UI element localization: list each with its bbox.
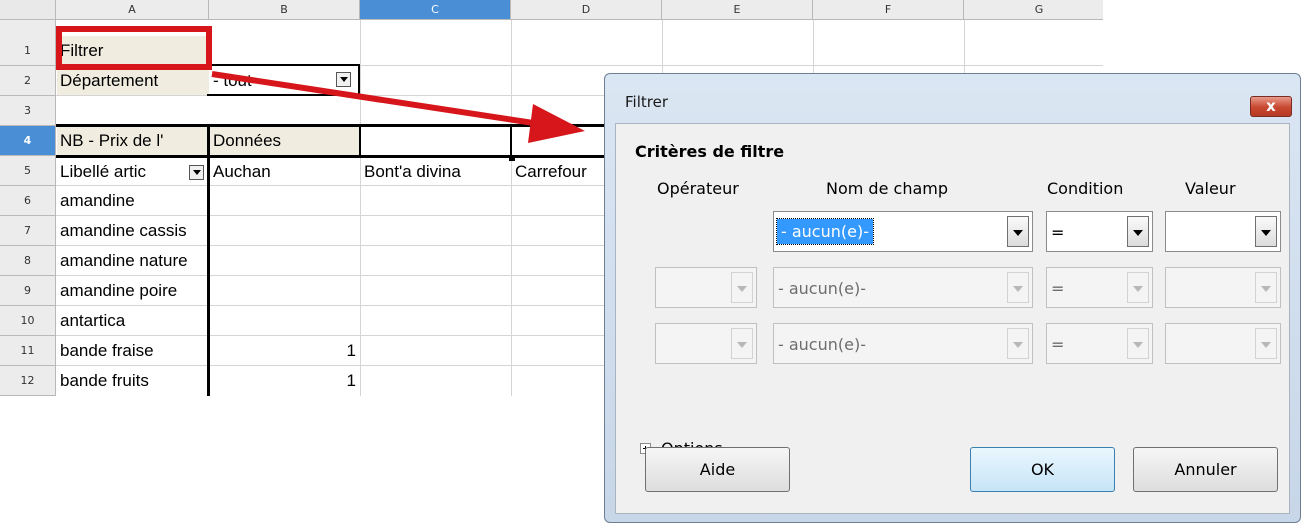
cell-a10[interactable]: antartica <box>57 306 207 335</box>
value-header: Valeur <box>1185 179 1236 198</box>
condition-select-3-value: = <box>1051 335 1065 354</box>
chevron-down-icon[interactable] <box>1127 272 1149 303</box>
row-header-11[interactable]: 11 <box>0 336 56 366</box>
dialog-titlebar[interactable]: Filtrer x <box>605 74 1300 118</box>
chevron-down-icon[interactable] <box>731 272 753 303</box>
row-header-6[interactable]: 6 <box>0 186 56 216</box>
ok-button[interactable]: OK <box>970 447 1115 492</box>
chevron-down-icon[interactable] <box>1007 216 1029 247</box>
value-combo-3[interactable] <box>1165 323 1281 364</box>
field-name-select-1[interactable]: - aucun(e)- <box>773 211 1033 252</box>
operator-header: Opérateur <box>657 179 739 198</box>
field-name-select-2[interactable]: - aucun(e)- <box>773 267 1033 308</box>
operator-select-2[interactable] <box>655 267 757 308</box>
field-name-header: Nom de champ <box>826 179 948 198</box>
condition-select-1-value: = <box>1051 223 1065 242</box>
column-header-f[interactable]: F <box>813 0 964 20</box>
cell-a8[interactable]: amandine nature <box>57 246 257 275</box>
cell-a7[interactable]: amandine cassis <box>57 216 257 245</box>
condition-select-3[interactable]: = <box>1046 323 1153 364</box>
field-name-select-3-value: - aucun(e)- <box>778 335 866 354</box>
cell-b11[interactable]: 1 <box>210 336 360 365</box>
close-button[interactable]: x <box>1250 96 1292 117</box>
annotation-arrow <box>211 71 585 143</box>
chevron-down-icon[interactable] <box>1255 272 1277 303</box>
chevron-down-icon[interactable] <box>1127 216 1149 247</box>
criteria-section-title: Critères de filtre <box>635 142 785 161</box>
field-name-select-3[interactable]: - aucun(e)- <box>773 323 1033 364</box>
condition-select-2-value: = <box>1051 279 1065 298</box>
condition-header: Condition <box>1047 179 1124 198</box>
row-header-8[interactable]: 8 <box>0 246 56 276</box>
chevron-down-icon[interactable] <box>1007 272 1029 303</box>
chevron-down-icon[interactable] <box>1007 328 1029 359</box>
cell-a12[interactable]: bande fruits <box>57 366 207 395</box>
value-combo-2[interactable] <box>1165 267 1281 308</box>
column-header-g[interactable]: G <box>964 0 1103 20</box>
cell-a9[interactable]: amandine poire <box>57 276 257 305</box>
chevron-down-icon[interactable] <box>1255 328 1277 359</box>
cell-b12[interactable]: 1 <box>210 366 360 395</box>
condition-select-1[interactable]: = <box>1046 211 1153 252</box>
help-button[interactable]: Aide <box>645 447 790 492</box>
cell-b5[interactable]: Auchan <box>210 157 360 186</box>
cancel-button[interactable]: Annuler <box>1133 447 1278 492</box>
row-header-12[interactable]: 12 <box>0 366 56 396</box>
chevron-down-icon[interactable] <box>731 328 753 359</box>
cell-a5[interactable]: Libellé artic <box>57 157 189 186</box>
column-header-e[interactable]: E <box>662 0 813 20</box>
cell-a6[interactable]: amandine <box>57 186 257 215</box>
dialog-title: Filtrer <box>625 93 668 111</box>
field-name-select-1-value: - aucun(e)- <box>776 218 874 245</box>
row-header-7[interactable]: 7 <box>0 216 56 246</box>
row-header-5[interactable]: 5 <box>0 156 56 186</box>
cell-c5[interactable]: Bont'a divina <box>361 157 511 186</box>
field-name-select-2-value: - aucun(e)- <box>778 279 866 298</box>
dialog-body: Critères de filtre Opérateur Nom de cham… <box>615 123 1290 514</box>
row-header-9[interactable]: 9 <box>0 276 56 306</box>
condition-select-2[interactable]: = <box>1046 267 1153 308</box>
close-icon: x <box>1266 97 1276 115</box>
row-field-dropdown-button[interactable] <box>189 165 204 180</box>
row-header-10[interactable]: 10 <box>0 306 56 336</box>
chevron-down-icon[interactable] <box>1127 328 1149 359</box>
cell-a11[interactable]: bande fraise <box>57 336 207 365</box>
filter-dialog: Filtrer x Critères de filtre Opérateur N… <box>604 73 1301 523</box>
value-combo-1[interactable] <box>1165 211 1281 252</box>
chevron-down-icon[interactable] <box>1255 216 1277 247</box>
operator-select-3[interactable] <box>655 323 757 364</box>
